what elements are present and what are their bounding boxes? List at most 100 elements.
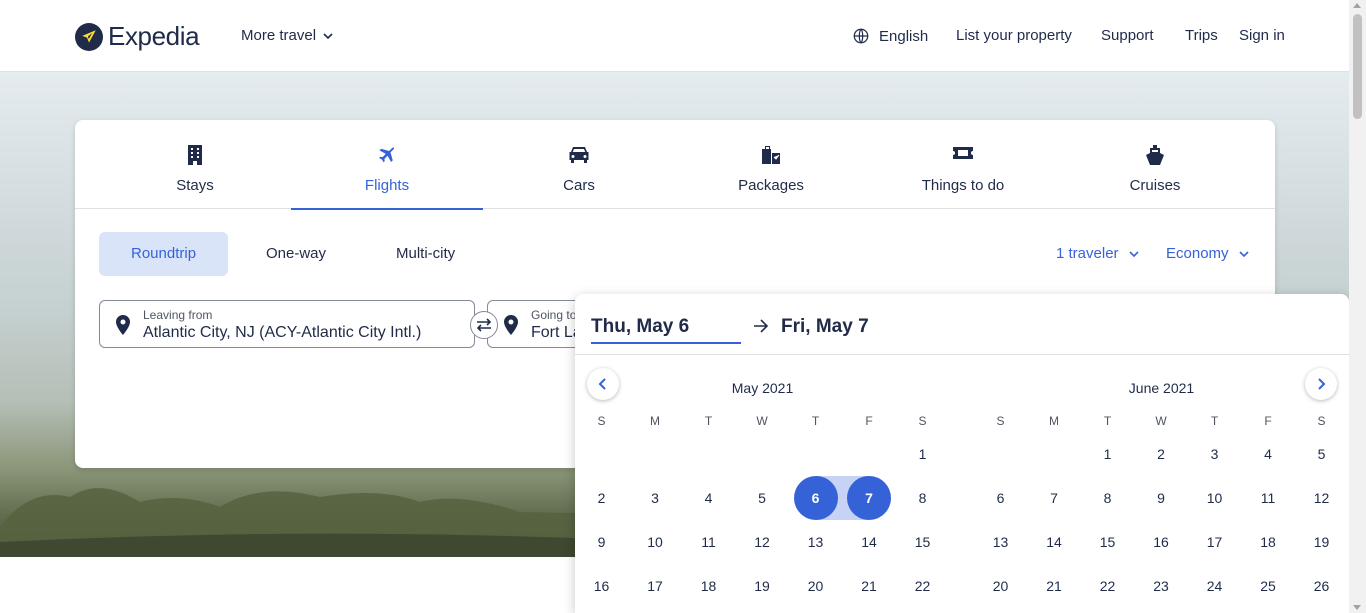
calendar-day[interactable]: 18: [687, 564, 731, 608]
list-property-link[interactable]: List your property: [956, 27, 1072, 44]
calendar-day[interactable]: 11: [687, 520, 731, 564]
ticket-icon: [953, 147, 973, 159]
calendar-day[interactable]: 15: [901, 520, 945, 564]
location-pin-icon: [504, 315, 518, 335]
tab-flights[interactable]: Flights: [291, 120, 483, 210]
calendar-day[interactable]: 22: [901, 564, 945, 608]
more-travel-menu[interactable]: More travel: [241, 27, 334, 44]
weekday-header: S: [918, 414, 927, 428]
calendar-day[interactable]: 13: [794, 520, 838, 564]
language-selector[interactable]: English: [852, 27, 928, 45]
weekday-header: M: [1049, 414, 1059, 428]
leaving-from-label: Leaving from: [143, 308, 213, 322]
calendar-day[interactable]: 17: [633, 564, 677, 608]
leaving-from-field[interactable]: Leaving from Atlantic City, NJ (ACY-Atla…: [99, 300, 475, 348]
weekday-header: S: [1317, 414, 1326, 428]
swap-arrows-icon: [476, 318, 492, 332]
calendar-day[interactable]: 5: [740, 476, 784, 520]
tab-label: Cruises: [1129, 177, 1181, 194]
weekday-header: S: [597, 414, 606, 428]
cabin-class-label: Economy: [1166, 245, 1229, 262]
car-icon: [569, 147, 589, 163]
one-way-button[interactable]: One-way: [234, 232, 358, 276]
calendar-day[interactable]: 2: [580, 476, 624, 520]
packages-icon: [762, 146, 780, 164]
calendar-day[interactable]: 5: [1300, 432, 1344, 476]
trips-link[interactable]: Trips: [1185, 27, 1218, 44]
end-date-field[interactable]: Fri, May 7: [781, 316, 869, 338]
plane-logo-icon: [75, 22, 103, 51]
calendar-day[interactable]: 7: [847, 476, 891, 520]
calendar-day[interactable]: 12: [740, 520, 784, 564]
calendar-day[interactable]: 6: [979, 476, 1023, 520]
roundtrip-button[interactable]: Roundtrip: [99, 232, 229, 276]
calendar-day[interactable]: 17: [1193, 520, 1237, 564]
calendar-day[interactable]: 19: [1300, 520, 1344, 564]
calendar-day[interactable]: 12: [1300, 476, 1344, 520]
product-tabs: Stays Flights Cars Packages Things to do…: [75, 120, 1275, 210]
tab-label: Flights: [364, 177, 410, 194]
tab-cars[interactable]: Cars: [483, 120, 675, 209]
calendar-day[interactable]: 7: [1032, 476, 1076, 520]
scroll-down-arrow[interactable]: [1353, 605, 1361, 610]
calendar-day[interactable]: 16: [580, 564, 624, 608]
calendar-day[interactable]: 1: [901, 432, 945, 476]
tab-stays[interactable]: Stays: [99, 120, 291, 209]
calendar-day[interactable]: 21: [847, 564, 891, 608]
tab-label: Cars: [563, 177, 595, 194]
calendar-day[interactable]: 1: [1086, 432, 1130, 476]
weekday-header: S: [996, 414, 1005, 428]
travelers-dropdown[interactable]: 1 traveler: [1056, 245, 1140, 262]
tab-label: Packages: [738, 177, 804, 194]
weekday-header: T: [1103, 414, 1112, 428]
calendar-day[interactable]: 4: [687, 476, 731, 520]
tab-label: Stays: [176, 177, 214, 194]
calendar-day[interactable]: 22: [1086, 564, 1130, 608]
scroll-up-arrow[interactable]: [1353, 3, 1361, 8]
calendar-day[interactable]: 10: [1193, 476, 1237, 520]
location-pin-icon: [116, 315, 130, 335]
calendar-day[interactable]: 3: [633, 476, 677, 520]
calendar-day[interactable]: 2: [1139, 432, 1183, 476]
expedia-logo[interactable]: Expedia: [75, 21, 200, 52]
site-header: Expedia More travel English List your pr…: [0, 0, 1349, 72]
calendar-day[interactable]: 8: [901, 476, 945, 520]
start-date-field[interactable]: Thu, May 6: [591, 316, 741, 344]
chevron-down-icon: [1128, 250, 1139, 257]
swap-locations-button[interactable]: [470, 311, 498, 339]
calendar-day[interactable]: 25: [1246, 564, 1290, 608]
sign-in-link[interactable]: Sign in: [1239, 27, 1285, 44]
calendar-day[interactable]: 26: [1300, 564, 1344, 608]
calendar-day[interactable]: 8: [1086, 476, 1130, 520]
globe-icon: [853, 28, 869, 44]
calendar-day[interactable]: 9: [580, 520, 624, 564]
cabin-class-dropdown[interactable]: Economy: [1166, 245, 1250, 262]
calendar-day[interactable]: 20: [794, 564, 838, 608]
calendar-day[interactable]: 16: [1139, 520, 1183, 564]
support-link[interactable]: Support: [1101, 27, 1154, 44]
calendar-day[interactable]: 15: [1086, 520, 1130, 564]
calendar-day[interactable]: 20: [979, 564, 1023, 608]
calendar-day[interactable]: 4: [1246, 432, 1290, 476]
scroll-thumb[interactable]: [1353, 14, 1362, 119]
calendar-day[interactable]: 10: [633, 520, 677, 564]
calendar-day[interactable]: 9: [1139, 476, 1183, 520]
calendar-day[interactable]: 6: [793, 476, 838, 520]
calendar-day[interactable]: 3: [1193, 432, 1237, 476]
calendar-day[interactable]: 19: [740, 564, 784, 608]
calendar-day[interactable]: 23: [1139, 564, 1183, 608]
page-scrollbar[interactable]: [1349, 0, 1366, 613]
tab-cruises[interactable]: Cruises: [1059, 120, 1251, 209]
calendar-day[interactable]: 24: [1193, 564, 1237, 608]
calendar-day[interactable]: 13: [979, 520, 1023, 564]
calendar-day[interactable]: 21: [1032, 564, 1076, 608]
calendar-day[interactable]: 14: [1032, 520, 1076, 564]
multi-city-button[interactable]: Multi-city: [364, 232, 487, 276]
calendar-day[interactable]: 14: [847, 520, 891, 564]
calendar-day[interactable]: 11: [1246, 476, 1290, 520]
tab-packages[interactable]: Packages: [675, 120, 867, 209]
tab-label: Things to do: [921, 177, 1005, 194]
going-to-label: Going to: [531, 308, 577, 322]
calendar-day[interactable]: 18: [1246, 520, 1290, 564]
tab-things-to-do[interactable]: Things to do: [867, 120, 1059, 209]
